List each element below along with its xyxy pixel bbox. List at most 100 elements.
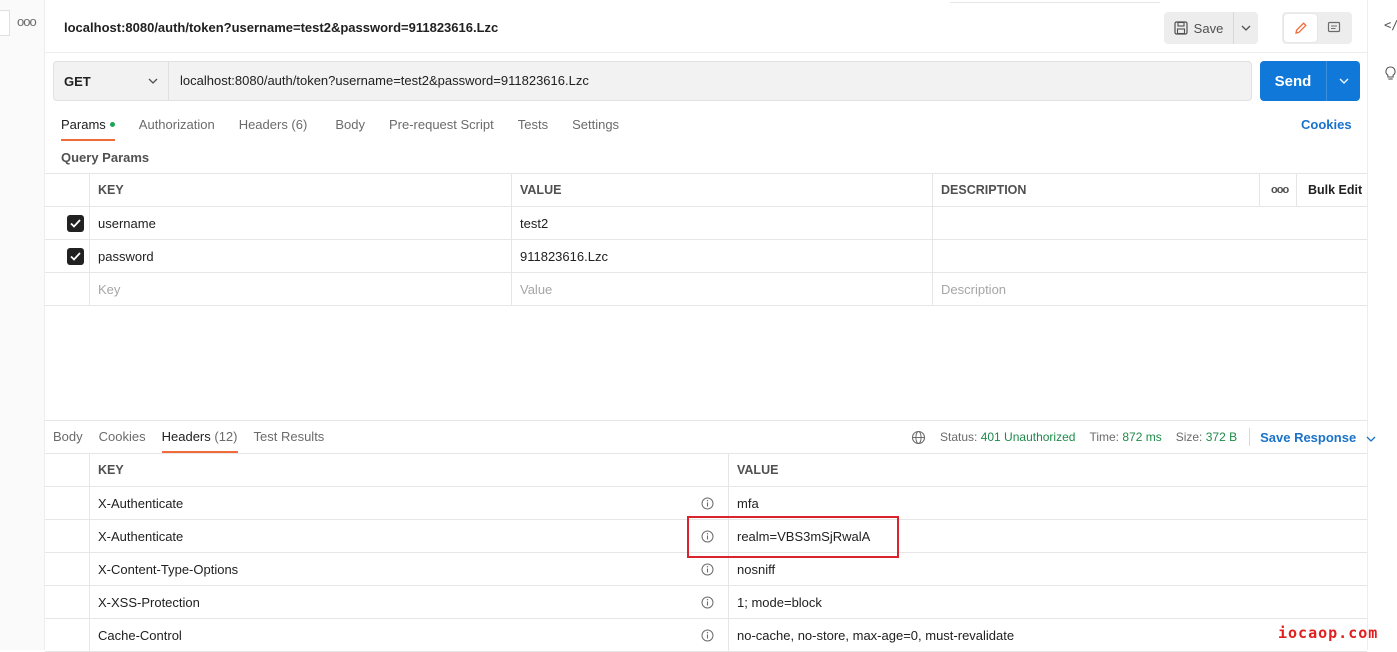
time-value[interactable]: 872 ms (1122, 430, 1161, 444)
column-header-key: KEY (89, 454, 729, 487)
param-value-cell[interactable]: test2 (511, 207, 933, 240)
param-value-cell[interactable]: 911823616.Lzc (511, 240, 933, 273)
header-key-cell: X-Authenticate (89, 487, 729, 520)
tab-headers[interactable]: Headers (6) (239, 117, 308, 141)
comments-button[interactable] (1317, 14, 1350, 42)
annotation-highlight-box (687, 516, 899, 558)
chevron-down-icon (1366, 436, 1376, 442)
send-options-dropdown[interactable] (1327, 61, 1360, 101)
tab-test-results[interactable]: Test Results (254, 429, 325, 453)
info-icon[interactable] (701, 629, 714, 642)
send-button-group: Send (1260, 61, 1360, 101)
right-sidebar-strip: </ (1367, 0, 1397, 650)
checkmark-icon (70, 252, 81, 261)
header-key-cell: Cache-Control (89, 619, 729, 652)
header-value-cell: 1; mode=block (728, 586, 1367, 619)
code-snippet-icon[interactable]: </ (1384, 18, 1397, 32)
status-label: Status: 401 Unauthorized (940, 430, 1076, 444)
header-value-cell: no-cache, no-store, max-age=0, must-reva… (728, 619, 1367, 652)
pencil-icon (1294, 22, 1307, 34)
mode-toggle-group (1282, 12, 1352, 44)
chevron-down-icon (148, 78, 158, 84)
params-active-dot (109, 122, 115, 127)
more-options-icon[interactable]: ooo (17, 14, 37, 29)
more-options-icon[interactable]: ooo (1259, 174, 1297, 207)
checkmark-icon (70, 219, 81, 228)
tab-response-headers[interactable]: Headers (12) (161, 429, 238, 453)
table-header-row: KEY VALUE (45, 454, 1367, 487)
new-value-input[interactable]: Value (511, 273, 933, 306)
info-icon[interactable] (701, 563, 714, 576)
query-params-table: KEY VALUE DESCRIPTION ooo Bulk Edit user… (45, 173, 1367, 306)
save-button-group: Save (1164, 12, 1258, 44)
comment-icon (1327, 21, 1340, 33)
headers-count: (12) (214, 429, 238, 444)
table-row: Cache-Control no-cache, no-store, max-ag… (45, 619, 1367, 652)
info-icon[interactable] (701, 596, 714, 609)
table-row: username test2 (45, 207, 1367, 240)
header-key-cell: X-XSS-Protection (89, 586, 729, 619)
new-description-input[interactable]: Description (932, 273, 1367, 306)
bulk-edit-button[interactable]: Bulk Edit (1296, 174, 1367, 207)
method-label: GET (64, 73, 91, 89)
tab-params-label: Params (61, 117, 106, 132)
column-header-description: DESCRIPTION (932, 174, 1260, 207)
request-tabs: Params Authorization Headers (6) Body Pr… (61, 117, 643, 141)
column-header-key: KEY (89, 174, 512, 207)
query-params-title: Query Params (61, 150, 150, 165)
edit-mode-button[interactable] (1284, 14, 1317, 42)
param-key-cell[interactable]: password (89, 240, 512, 273)
param-key-cell[interactable]: username (89, 207, 512, 240)
response-tabs: Body Cookies Headers (12) Test Results (53, 429, 340, 453)
header-key-cell: X-Authenticate (89, 520, 729, 553)
tab-strip-edge (950, 0, 1160, 3)
table-row: password 911823616.Lzc (45, 240, 1367, 273)
tab-response-cookies[interactable]: Cookies (99, 429, 146, 453)
left-sidebar-strip: ooo (0, 0, 45, 650)
save-response-button[interactable]: Save Response (1260, 430, 1376, 445)
tab-response-headers-label: Headers (161, 429, 211, 444)
info-icon[interactable] (701, 497, 714, 510)
save-options-dropdown[interactable] (1234, 12, 1258, 44)
column-header-value: VALUE (511, 174, 933, 207)
method-select[interactable]: GET (54, 62, 169, 100)
param-description-cell[interactable] (932, 207, 1367, 240)
url-input[interactable]: localhost:8080/auth/token?username=test2… (169, 62, 589, 100)
tab-response-body[interactable]: Body (53, 429, 83, 453)
param-checkbox[interactable] (67, 215, 84, 232)
floppy-disk-icon (1174, 21, 1188, 35)
collapsed-tab[interactable] (0, 10, 10, 36)
tab-authorization[interactable]: Authorization (139, 117, 215, 141)
tab-body[interactable]: Body (335, 117, 365, 141)
tab-pre-request-script[interactable]: Pre-request Script (389, 117, 494, 141)
chevron-down-icon (1339, 78, 1348, 84)
tab-settings[interactable]: Settings (572, 117, 619, 141)
header-divider (45, 52, 1367, 53)
request-title: localhost:8080/auth/token?username=test2… (64, 20, 499, 35)
size-label: Size: 372 B (1175, 430, 1238, 444)
column-header-value: VALUE (728, 454, 1367, 487)
globe-icon[interactable] (911, 430, 926, 445)
lightbulb-icon[interactable] (1384, 66, 1397, 81)
send-button[interactable]: Send (1260, 61, 1327, 101)
table-header-row: KEY VALUE DESCRIPTION ooo Bulk Edit (45, 174, 1367, 207)
save-button[interactable]: Save (1164, 12, 1234, 44)
tab-params[interactable]: Params (61, 117, 115, 141)
save-label: Save (1193, 20, 1224, 36)
new-key-input[interactable]: Key (89, 273, 512, 306)
table-row: X-XSS-Protection 1; mode=block (45, 586, 1367, 619)
watermark: iocaop.com (1278, 624, 1379, 642)
url-bar: GET localhost:8080/auth/token?username=t… (53, 61, 1252, 101)
tab-tests[interactable]: Tests (518, 117, 548, 141)
status-divider (1249, 428, 1251, 446)
header-key-cell: X-Content-Type-Options (89, 553, 729, 586)
param-description-cell[interactable] (932, 240, 1367, 273)
status-value[interactable]: 401 Unauthorized (981, 430, 1076, 444)
chevron-down-icon (1241, 25, 1251, 31)
response-divider[interactable] (45, 420, 1367, 421)
response-status-bar: Status: 401 Unauthorized Time: 872 ms Si… (911, 428, 1376, 446)
cookies-link[interactable]: Cookies (1301, 117, 1352, 132)
param-checkbox[interactable] (67, 248, 84, 265)
size-value[interactable]: 372 B (1206, 430, 1237, 444)
time-label: Time: 872 ms (1089, 430, 1162, 444)
